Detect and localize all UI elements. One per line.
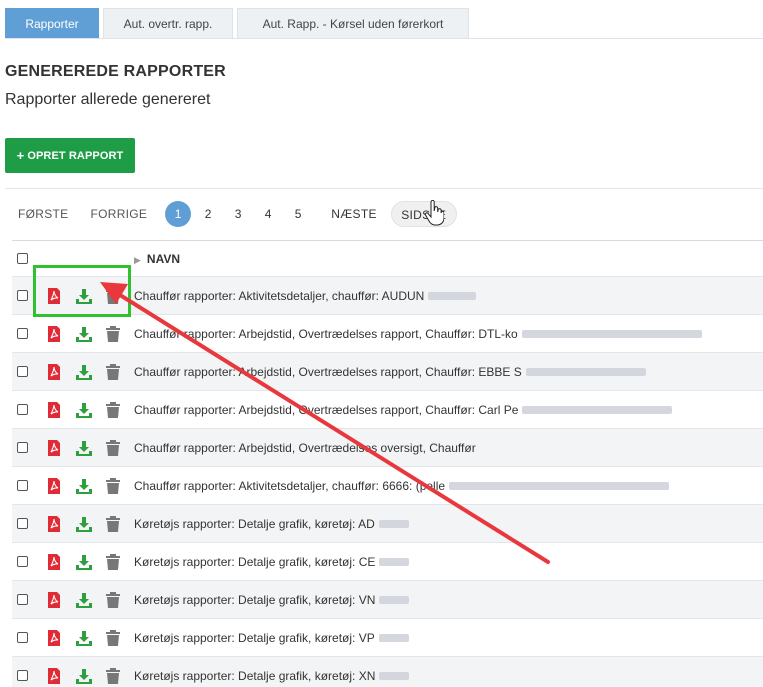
redacted-text (379, 672, 410, 681)
redacted-text (378, 520, 409, 529)
trash-icon[interactable] (106, 515, 120, 532)
trash-icon[interactable] (106, 439, 120, 456)
download-icon[interactable] (76, 364, 92, 380)
pagination-next[interactable]: NÆSTE (325, 201, 383, 227)
trash-icon[interactable] (106, 667, 120, 684)
pdf-icon[interactable] (46, 591, 62, 608)
download-icon[interactable] (76, 402, 92, 418)
trash-icon[interactable] (106, 363, 120, 380)
redacted-text (428, 292, 477, 301)
row-checkbox[interactable] (17, 442, 28, 453)
row-checkbox[interactable] (17, 404, 28, 415)
trash-icon[interactable] (106, 325, 120, 342)
table-row: Køretøjs rapporter: Detalje grafik, køre… (12, 580, 763, 618)
download-icon[interactable] (76, 668, 92, 684)
report-name[interactable]: Chauffør rapporter: Arbejdstid, Overtræd… (134, 365, 646, 379)
pdf-icon[interactable] (46, 477, 62, 494)
pagination-page-5[interactable]: 5 (285, 201, 311, 227)
page-subtitle: Rapporter allerede genereret (5, 91, 211, 108)
pdf-icon[interactable] (46, 553, 62, 570)
download-icon[interactable] (76, 440, 92, 456)
row-checkbox[interactable] (17, 518, 28, 529)
report-name[interactable]: Chauffør rapporter: Arbejdstid, Overtræd… (134, 327, 702, 341)
tab-rapporter[interactable]: Rapporter (5, 8, 99, 38)
trash-icon[interactable] (106, 477, 120, 494)
report-name[interactable]: Køretøjs rapporter: Detalje grafik, køre… (134, 517, 409, 531)
trash-icon[interactable] (106, 401, 120, 418)
redacted-text (379, 558, 410, 567)
pdf-icon[interactable] (46, 515, 62, 532)
row-checkbox[interactable] (17, 594, 28, 605)
download-icon[interactable] (76, 592, 92, 608)
report-name[interactable]: Køretøjs rapporter: Detalje grafik, køre… (134, 593, 410, 607)
row-checkbox[interactable] (17, 290, 28, 301)
report-name[interactable]: Chauffør rapporter: Aktivitetsdetaljer, … (134, 289, 477, 303)
table-row: Køretøjs rapporter: Detalje grafik, køre… (12, 542, 763, 580)
table-row: Køretøjs rapporter: Detalje grafik, køre… (12, 618, 763, 656)
tab-aut-rapp-korsel-uden-forerkort[interactable]: Aut. Rapp. - Kørsel uden førerkort (237, 8, 469, 38)
pagination-prev[interactable]: FORRIGE (84, 201, 153, 227)
redacted-text (378, 634, 409, 643)
row-checkbox[interactable] (17, 670, 28, 681)
pagination-page-2[interactable]: 2 (195, 201, 221, 227)
pagination-first[interactable]: FØRSTE (12, 201, 74, 227)
download-icon[interactable] (76, 516, 92, 532)
pagination-page-1[interactable]: 1 (165, 201, 192, 227)
row-checkbox[interactable] (17, 556, 28, 567)
report-name[interactable]: Chauffør rapporter: Aktivitetsdetaljer, … (134, 479, 670, 493)
select-all-checkbox[interactable] (17, 253, 28, 264)
table-row: Chauffør rapporter: Arbejdstid, Overtræd… (12, 314, 763, 352)
pagination: FØRSTE FORRIGE 1 2 3 4 5 NÆSTE SIDSTE (12, 200, 457, 228)
annotation-highlight-box (33, 265, 131, 317)
table-row: Chauffør rapporter: Arbejdstid, Overtræd… (12, 352, 763, 390)
pdf-icon[interactable] (46, 439, 62, 456)
report-tabs: Rapporter Aut. overtr. rapp. Aut. Rapp. … (5, 8, 763, 39)
table-row: Chauffør rapporter: Aktivitetsdetaljer, … (12, 466, 763, 504)
report-name[interactable]: Køretøjs rapporter: Detalje grafik, køre… (134, 631, 409, 645)
row-checkbox[interactable] (17, 632, 28, 643)
row-checkbox[interactable] (17, 480, 28, 491)
report-name[interactable]: Chauffør rapporter: Arbejdstid, Overtræd… (134, 403, 673, 417)
divider (5, 188, 763, 189)
hand-cursor-icon (424, 200, 444, 226)
redacted-text (521, 330, 702, 339)
page-title: GENEREREDE RAPPORTER (5, 63, 226, 80)
redacted-text (522, 406, 673, 415)
download-icon[interactable] (76, 630, 92, 646)
row-checkbox[interactable] (17, 366, 28, 377)
redacted-text (379, 596, 410, 605)
download-icon[interactable] (76, 326, 92, 342)
report-name[interactable]: Køretøjs rapporter: Detalje grafik, køre… (134, 669, 410, 683)
trash-icon[interactable] (106, 591, 120, 608)
sort-caret-icon: ▶ (134, 254, 141, 265)
redacted-text (525, 368, 646, 377)
table-row: Chauffør rapporter: Arbejdstid, Overtræd… (12, 390, 763, 428)
table-row: Køretøjs rapporter: Detalje grafik, køre… (12, 656, 763, 687)
download-icon[interactable] (76, 478, 92, 494)
pdf-icon[interactable] (46, 629, 62, 646)
tab-aut-overtr-rapp[interactable]: Aut. overtr. rapp. (103, 8, 233, 38)
report-name[interactable]: Chauffør rapporter: Arbejdstid, Overtræd… (134, 441, 476, 455)
pdf-icon[interactable] (46, 363, 62, 380)
create-report-button[interactable]: + OPRET RAPPORT (5, 138, 135, 173)
pdf-icon[interactable] (46, 667, 62, 684)
row-checkbox[interactable] (17, 328, 28, 339)
pdf-icon[interactable] (46, 401, 62, 418)
table-row: Køretøjs rapporter: Detalje grafik, køre… (12, 504, 763, 542)
trash-icon[interactable] (106, 553, 120, 570)
plus-icon: + (16, 148, 25, 163)
download-icon[interactable] (76, 554, 92, 570)
redacted-text (449, 482, 670, 491)
column-header-name[interactable]: ▶ NAVN (134, 252, 180, 266)
pdf-icon[interactable] (46, 325, 62, 342)
table-row: Chauffør rapporter: Arbejdstid, Overtræd… (12, 428, 763, 466)
create-report-label: OPRET RAPPORT (27, 149, 124, 162)
pagination-page-3[interactable]: 3 (225, 201, 251, 227)
report-name[interactable]: Køretøjs rapporter: Detalje grafik, køre… (134, 555, 410, 569)
trash-icon[interactable] (106, 629, 120, 646)
pagination-page-4[interactable]: 4 (255, 201, 281, 227)
